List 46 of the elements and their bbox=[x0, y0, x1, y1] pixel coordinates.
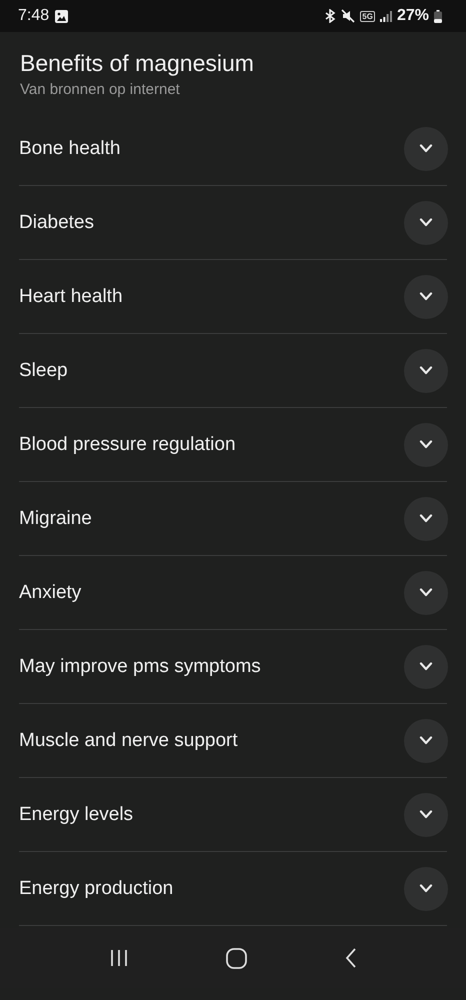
accordion-label: Bone health bbox=[19, 138, 122, 160]
chevron-icon bbox=[419, 218, 433, 227]
chevron-icon bbox=[419, 736, 433, 745]
accordion-label: Heart health bbox=[19, 286, 124, 308]
page-subtitle: Van bronnen op internet bbox=[20, 80, 181, 100]
chevron-icon bbox=[419, 588, 433, 597]
expand-button[interactable] bbox=[404, 126, 448, 170]
chevron-icon bbox=[419, 810, 433, 819]
accordion-label: Anxiety bbox=[19, 582, 82, 604]
expand-button[interactable] bbox=[404, 866, 448, 910]
muted-speaker-icon bbox=[341, 9, 356, 23]
chevron-icon bbox=[419, 884, 433, 893]
expand-button[interactable] bbox=[404, 422, 448, 466]
back-icon bbox=[345, 948, 358, 968]
network-badge: 5G bbox=[360, 10, 375, 22]
chevron-icon bbox=[419, 514, 433, 523]
expand-button[interactable] bbox=[404, 570, 448, 614]
chevron-icon bbox=[419, 144, 433, 153]
accordion-label: Muscle and nerve support bbox=[19, 730, 239, 752]
chevron-icon bbox=[419, 440, 433, 449]
page-title: Benefits of magnesium bbox=[20, 49, 255, 78]
clock-time: 7:48 bbox=[18, 7, 50, 25]
battery-icon bbox=[434, 10, 442, 22]
expand-button[interactable] bbox=[404, 718, 448, 762]
recent-apps-icon bbox=[108, 949, 129, 967]
home-icon bbox=[226, 948, 248, 968]
signal-icon bbox=[380, 10, 392, 22]
accordion-label: Blood pressure regulation bbox=[19, 434, 237, 456]
bluetooth-icon bbox=[324, 9, 336, 23]
accordion-label: Diabetes bbox=[19, 212, 95, 234]
image-icon bbox=[55, 10, 68, 22]
accordion-label: Sleep bbox=[19, 360, 69, 382]
chevron-icon bbox=[419, 292, 433, 301]
expand-button[interactable] bbox=[404, 792, 448, 836]
accordion-label: Energy levels bbox=[19, 804, 134, 826]
accordion-label: Migraine bbox=[19, 508, 93, 530]
battery-percent: 27% bbox=[396, 7, 429, 25]
expand-button[interactable] bbox=[404, 348, 448, 392]
expand-button[interactable] bbox=[404, 496, 448, 540]
chevron-icon bbox=[419, 366, 433, 375]
accordion-label: May improve pms symptoms bbox=[19, 656, 262, 678]
chevron-icon bbox=[419, 662, 433, 671]
accordion-label: Energy production bbox=[19, 878, 174, 900]
expand-button[interactable] bbox=[404, 644, 448, 688]
expand-button[interactable] bbox=[404, 200, 448, 244]
expand-button[interactable] bbox=[404, 274, 448, 318]
